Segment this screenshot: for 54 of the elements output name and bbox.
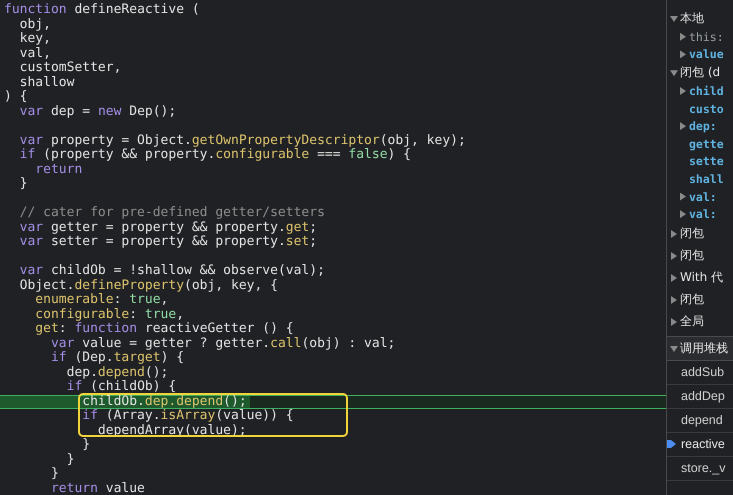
- scope-variable[interactable]: gette: [667, 134, 733, 153]
- scope-section[interactable]: With 代: [667, 266, 733, 289]
- scope-variable[interactable]: val:: [667, 205, 733, 223]
- scope-variable[interactable]: val:: [667, 188, 733, 206]
- code-line: // cater for pre-defined getter/setters: [18, 206, 326, 220]
- code-line: get: function reactiveGetter () {: [34, 322, 295, 336]
- scope-variable[interactable]: dep:: [667, 117, 733, 135]
- scope-section[interactable]: 闭包: [667, 222, 733, 245]
- code-line: obj,: [18, 18, 52, 32]
- code-line: shallow: [18, 76, 76, 90]
- code-line: key,: [18, 32, 52, 46]
- code-line: if (Array.isArray(value)) {: [81, 409, 295, 424]
- code-line: var setter = property && property.set;: [18, 235, 318, 250]
- scope-variable[interactable]: sette: [667, 152, 733, 170]
- code-line: if (Dep.target) {: [50, 351, 186, 366]
- scope-section[interactable]: 全局: [667, 310, 733, 333]
- code-line: Object.defineProperty(obj, key, {: [18, 278, 279, 293]
- call-stack-header[interactable]: 调用堆栈: [667, 336, 733, 361]
- call-stack-frame[interactable]: addDep: [667, 384, 733, 409]
- code-line: function defineReactive (: [3, 3, 201, 18]
- code-line: var getter = property && property.get;: [18, 220, 318, 235]
- current-frame-arrow-icon: [667, 439, 676, 450]
- code-line: if (childOb) {: [66, 380, 178, 394]
- code-line: if (property && property.configurable === false) {: [18, 148, 412, 162]
- code-line: return value: [50, 482, 146, 495]
- scope-variable[interactable]: custo: [667, 100, 733, 118]
- code-line: ) {: [3, 90, 28, 104]
- code-line: var value = getter ? getter.call(obj) : val;: [50, 336, 396, 351]
- code-line: }: [66, 452, 76, 467]
- call-stack-frame[interactable]: store._v: [667, 456, 733, 481]
- scope-variable[interactable]: this:: [667, 28, 733, 46]
- call-stack-frame[interactable]: reactive: [667, 432, 733, 457]
- code-line: val,: [18, 46, 52, 61]
- code-line: var dep = new Dep();: [18, 104, 178, 119]
- code-line: return: [34, 162, 84, 177]
- code-line: var childOb = !shallow && observe(val);: [18, 264, 326, 278]
- scope-section[interactable]: 闭包 (d: [667, 63, 733, 82]
- scope-variable[interactable]: value: [667, 46, 733, 64]
- code-line: dep.depend();: [66, 366, 170, 380]
- code-line: }: [18, 177, 28, 192]
- code-line: dependArray(value);: [96, 424, 248, 438]
- code-line: configurable: true,: [34, 308, 186, 322]
- code-line: }: [50, 467, 60, 482]
- scope-variable[interactable]: child: [667, 82, 733, 100]
- call-stack-frame[interactable]: addSub: [667, 360, 733, 385]
- code-line: enumerable: true,: [34, 293, 170, 308]
- code-line: }: [81, 438, 92, 452]
- scope-variable[interactable]: shall: [667, 170, 733, 188]
- code-line: customSetter,: [18, 61, 122, 76]
- scope-section[interactable]: 闭包: [667, 244, 733, 267]
- code-line: var property = Object.getOwnPropertyDescriptor(obj, key);: [18, 134, 467, 148]
- scope-section[interactable]: 本地: [667, 9, 733, 28]
- call-stack-frame[interactable]: depend: [667, 408, 733, 433]
- scope-section[interactable]: 闭包: [667, 288, 733, 311]
